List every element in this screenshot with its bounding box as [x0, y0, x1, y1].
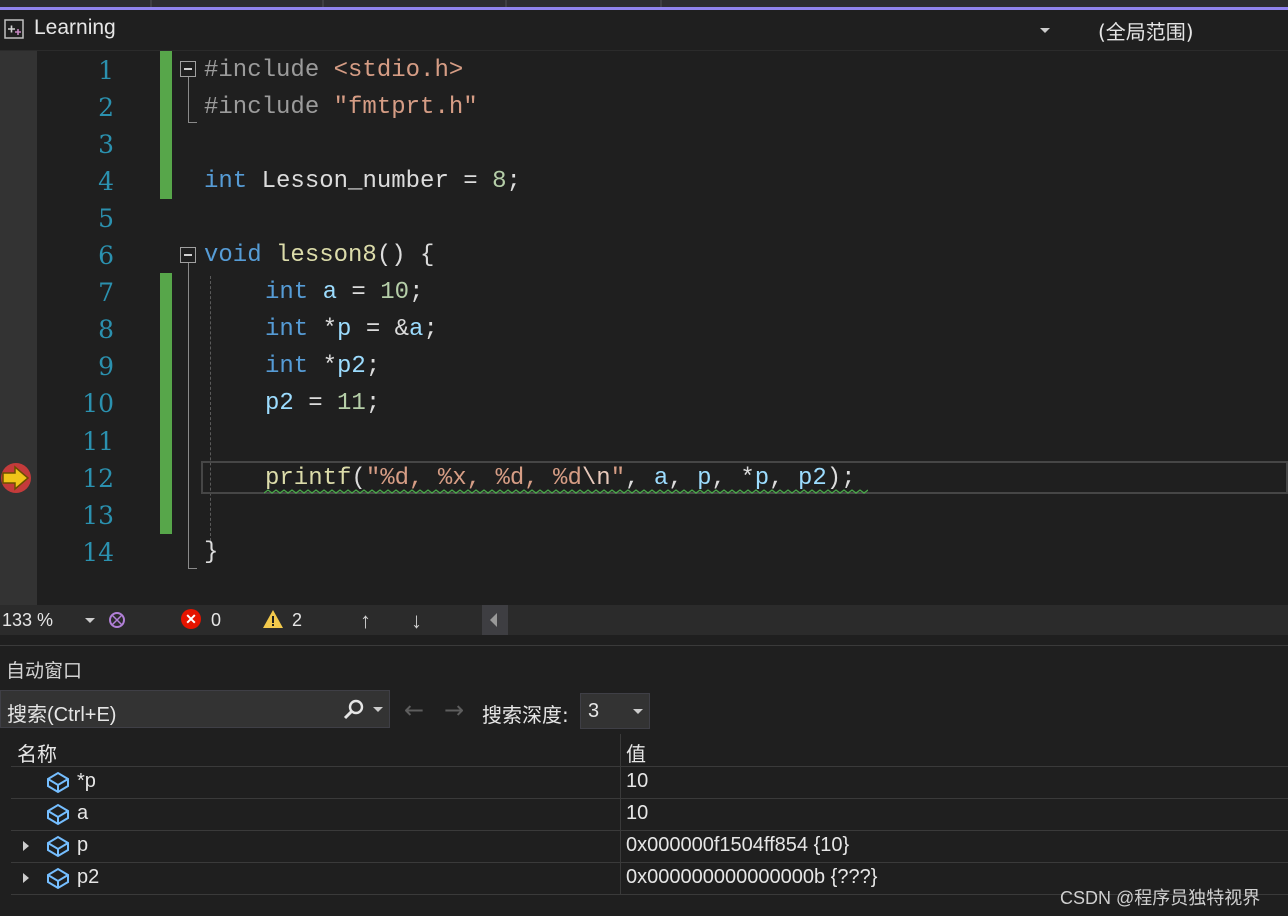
search-depth-label: 搜索深度:	[482, 703, 569, 727]
search-depth-select[interactable]: 3	[580, 693, 650, 729]
variable-value[interactable]: 0x000000000000000b {???}	[626, 866, 877, 889]
project-selector[interactable]: Learning	[34, 16, 116, 40]
table-row[interactable]: p 0x000000f1504ff854 {10}	[11, 831, 1288, 863]
fold-line-end	[188, 122, 197, 123]
tab-separator	[322, 0, 324, 7]
code-line-8: int *p = &a;	[265, 316, 438, 343]
variable-name: p	[77, 834, 89, 856]
chevron-down-icon[interactable]	[1040, 28, 1050, 33]
table-row[interactable]: a 10	[11, 799, 1288, 831]
variable-value[interactable]: 0x000000f1504ff854 {10}	[626, 834, 849, 857]
glyph-margin[interactable]	[0, 51, 37, 605]
line-number: 13	[82, 501, 114, 530]
code-line-9: int *p2;	[265, 353, 381, 380]
previous-issue-arrow-icon[interactable]: ↑	[360, 608, 371, 634]
chevron-down-icon[interactable]	[85, 618, 95, 623]
code-editor[interactable]: 1 2 3 4 5 6 7 8 9 10 11 12 13 14 #includ…	[0, 51, 1288, 605]
line-number: 7	[98, 278, 114, 307]
code-line-7: int a = 10;	[265, 279, 424, 306]
search-placeholder: 搜索(Ctrl+E)	[7, 704, 117, 726]
horizontal-scroll-left-button[interactable]	[482, 605, 508, 635]
line-number: 8	[98, 315, 114, 344]
tab-separator	[150, 0, 152, 7]
code-line-10: p2 = 11;	[265, 390, 381, 417]
error-icon[interactable]: ✕	[181, 609, 201, 629]
error-count[interactable]: 0	[211, 610, 221, 631]
line-number: 2	[98, 93, 114, 122]
collapse-toggle[interactable]	[180, 61, 196, 77]
line-number: 9	[98, 352, 114, 381]
line-number: 3	[98, 130, 114, 159]
current-statement-arrow-icon	[1, 463, 31, 493]
variable-value[interactable]: 10	[626, 770, 648, 793]
warning-icon[interactable]	[262, 609, 284, 629]
search-forward-arrow-icon[interactable]: →	[444, 696, 464, 724]
chevron-down-icon[interactable]	[633, 709, 643, 714]
indent-guide	[210, 276, 211, 541]
scope-selector[interactable]: (全局范围)	[1098, 16, 1194, 45]
autos-window: 自动窗口 搜索(Ctrl+E) ← → 搜索深度: 3 名称 值 *p 10 a…	[0, 645, 1288, 916]
line-number: 14	[82, 538, 114, 567]
warning-count[interactable]: 2	[292, 610, 302, 631]
panel-title: 自动窗口	[6, 660, 83, 682]
variable-icon	[47, 867, 69, 890]
next-issue-arrow-icon[interactable]: ↓	[411, 608, 422, 634]
autos-grid: 名称 值 *p 10 a 10 p 0x000000f1504ff854 {10…	[11, 734, 1288, 895]
change-indicator-bar	[160, 273, 172, 534]
chevron-down-icon[interactable]	[373, 707, 383, 712]
line-number: 6	[98, 241, 114, 270]
watermark-text: CSDN @程序员独特视界	[1060, 888, 1261, 908]
intellicode-icon[interactable]	[106, 609, 128, 631]
search-back-arrow-icon[interactable]: ←	[404, 696, 424, 724]
expand-arrow-icon[interactable]	[23, 841, 29, 851]
navigation-bar: Learning (全局范围)	[0, 10, 1288, 51]
table-row[interactable]: *p 10	[11, 767, 1288, 799]
line-number: 11	[82, 427, 114, 456]
line-number: 4	[98, 167, 114, 196]
variable-name: *p	[77, 770, 96, 792]
line-number: 5	[98, 204, 114, 233]
fold-line-end	[188, 568, 197, 569]
line-number: 10	[82, 389, 114, 418]
expand-arrow-icon[interactable]	[23, 873, 29, 883]
code-line-2: #include "fmtprt.h"	[204, 94, 478, 121]
code-line-1: #include <stdio.h>	[204, 57, 464, 84]
editor-status-bar: 133 % ✕ 0 2 ↑ ↓	[0, 605, 1288, 635]
warning-squiggle[interactable]	[264, 489, 868, 495]
variable-value[interactable]: 10	[626, 802, 648, 825]
code-line-4: int Lesson_number = 8;	[204, 168, 521, 195]
column-header-value[interactable]: 值	[626, 738, 646, 767]
tab-separator	[660, 0, 662, 7]
variable-icon	[47, 835, 69, 858]
tab-separator	[505, 0, 507, 7]
change-indicator-bar	[160, 51, 172, 199]
fold-line	[188, 77, 189, 122]
search-icon[interactable]	[343, 699, 365, 721]
zoom-level-selector[interactable]: 133 %	[2, 610, 53, 631]
column-header-name[interactable]: 名称	[17, 738, 57, 767]
fold-line	[188, 263, 189, 568]
variable-name: p2	[77, 866, 100, 888]
project-icon	[4, 19, 24, 39]
code-line-14: }	[204, 539, 219, 566]
search-input[interactable]: 搜索(Ctrl+E)	[0, 690, 390, 728]
collapse-toggle[interactable]	[180, 247, 196, 263]
variable-name: a	[77, 802, 89, 824]
line-number: 12	[82, 464, 114, 493]
variable-icon	[47, 771, 69, 794]
line-number: 1	[98, 56, 114, 85]
document-tab-strip[interactable]	[0, 0, 1288, 10]
search-depth-value: 3	[588, 700, 600, 722]
grid-header: 名称 值	[11, 734, 1288, 767]
variable-icon	[47, 803, 69, 826]
code-line-6: void lesson8() {	[204, 242, 435, 269]
